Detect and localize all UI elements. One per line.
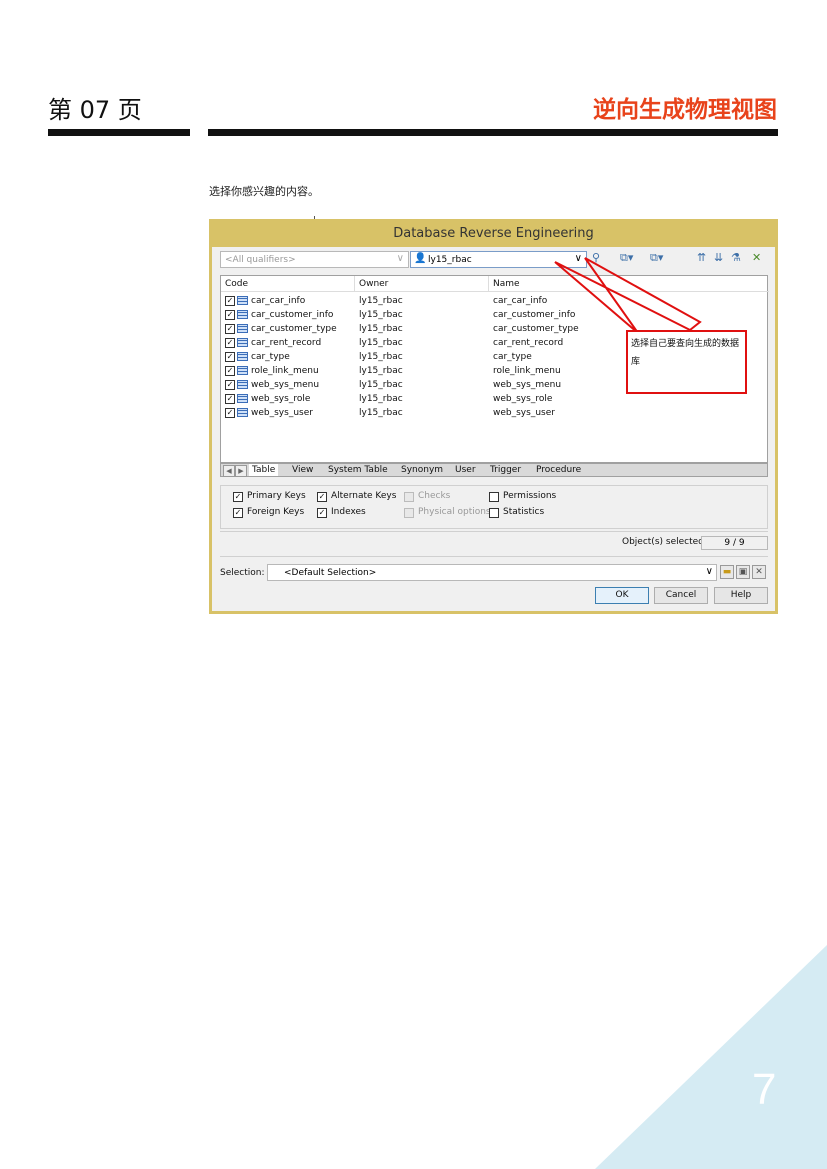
corner-decoration — [595, 945, 827, 1169]
page-number: 7 — [752, 1065, 777, 1114]
